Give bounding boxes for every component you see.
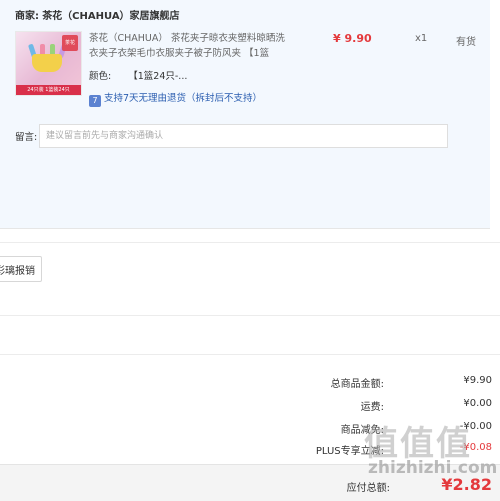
summary-label: 运费: [360,402,384,413]
brand-badge: 茶花 [62,35,78,51]
return-policy-icon: 7 [89,95,101,107]
divider [0,315,500,316]
remark-input[interactable] [39,124,448,148]
divider [0,242,500,243]
summary-label: PLUS专享立减: [315,446,384,457]
payable-value: ¥2.82 [441,475,492,494]
merchant-name[interactable]: 茶花（CHAHUA）家居旗舰店 [42,11,179,22]
merchant-line: 商家: 茶花（CHAHUA）家居旗舰店 [15,7,180,22]
summary-row-shipping: 运费: ¥0.00 [232,398,492,414]
summary-row-total: 总商品金额: ¥9.90 [232,375,492,391]
product-thumbnail[interactable]: 茶花 24只装 1篮装24只 [15,31,82,96]
divider [0,354,500,355]
summary-value: -¥0.08 [459,442,492,453]
product-price: ¥ 9.90 [333,32,372,45]
merchant-label: 商家: [15,11,39,22]
remark-label: 留言: [15,132,38,143]
color-value: 【1篮24只-... [128,71,188,82]
product-quantity: x1 [415,33,428,44]
product-title[interactable]: 茶花（CHAHUA） 茶花夹子晾衣夹塑料晾晒洗衣夹子衣架毛巾衣服夹子被子防风夹 … [89,31,285,61]
summary-label: 总商品金额: [330,379,384,390]
summary-value: ¥9.90 [463,375,492,386]
basket-shape [32,54,62,72]
invoice-button[interactable]: 彩璃报销 [0,256,42,282]
summary-value: ¥0.00 [463,398,492,409]
summary-row-discount: 商品减免: -¥0.00 [232,421,492,437]
order-card: 商家: 茶花（CHAHUA）家居旗舰店 茶花 24只装 1篮装24只 茶花（CH… [0,0,490,229]
stock-status: 有货 [456,37,476,48]
promo-strip: 24只装 1篮装24只 [16,85,81,95]
return-policy-text: 支持7天无理由退货（拆封后不支持） [104,93,263,104]
return-policy-link[interactable]: 7 支持7天无理由退货（拆封后不支持） [89,90,262,107]
summary-label: 商品减免: [340,425,384,436]
payable-label: 应付总额: [346,483,390,494]
summary-row-plus: PLUS专享立减: -¥0.08 [232,442,492,458]
payable-bar: 应付总额: ¥2.82 [0,464,500,501]
color-line: 颜色: 【1篮24只-... [89,68,187,82]
color-label: 颜色: [89,71,112,82]
summary-value: -¥0.00 [459,421,492,432]
